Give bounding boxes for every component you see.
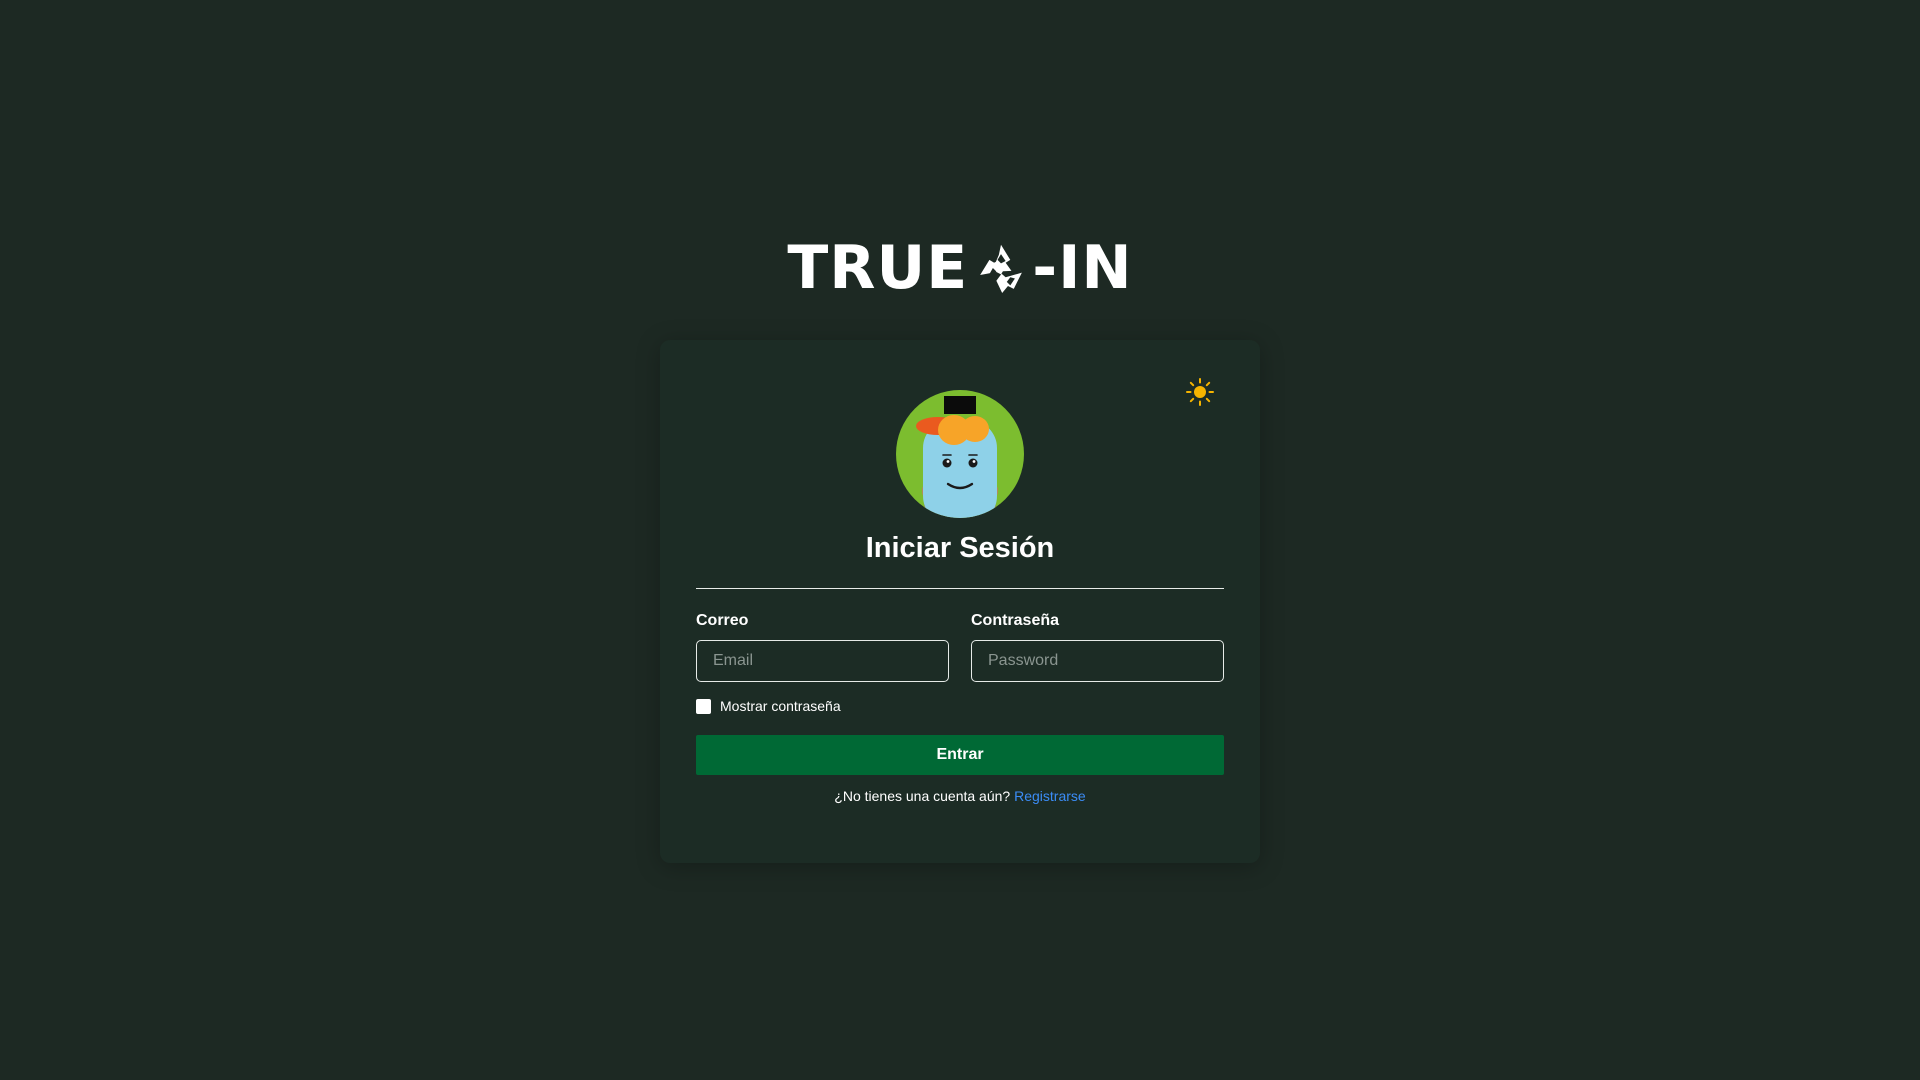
no-account-text: ¿No tienes una cuenta aún? [834, 788, 1011, 804]
password-field[interactable] [971, 640, 1224, 682]
password-label: Contraseña [971, 612, 1060, 629]
show-password-label: Mostrar contraseña [720, 698, 841, 714]
email-label: Correo [696, 612, 749, 629]
theme-toggle-button[interactable] [1184, 376, 1216, 408]
sun-icon [1184, 378, 1216, 412]
avatar [896, 390, 1024, 518]
recycle-icon [972, 239, 1030, 297]
brand-name-start: TRUE [787, 233, 969, 303]
email-field[interactable] [696, 640, 949, 682]
show-password-checkbox[interactable] [696, 698, 711, 714]
divider [696, 588, 1224, 589]
login-page: TRUE -IN Iniciar Sesión Correo Email Con… [0, 0, 1920, 1080]
login-card: Iniciar Sesión Correo Contraseña Mostrar… [660, 340, 1260, 863]
register-link[interactable]: Registrarse [1014, 788, 1086, 804]
brand-logo: TRUE -IN [0, 233, 1920, 303]
register-prompt: ¿No tienes una cuenta aún? Registrarse [660, 788, 1260, 804]
show-password-option: Mostrar contraseña [696, 697, 841, 715]
login-button[interactable]: Entrar [696, 735, 1224, 775]
brand-name-end: -IN [1032, 233, 1133, 303]
page-title: Iniciar Sesión [865, 532, 1055, 564]
